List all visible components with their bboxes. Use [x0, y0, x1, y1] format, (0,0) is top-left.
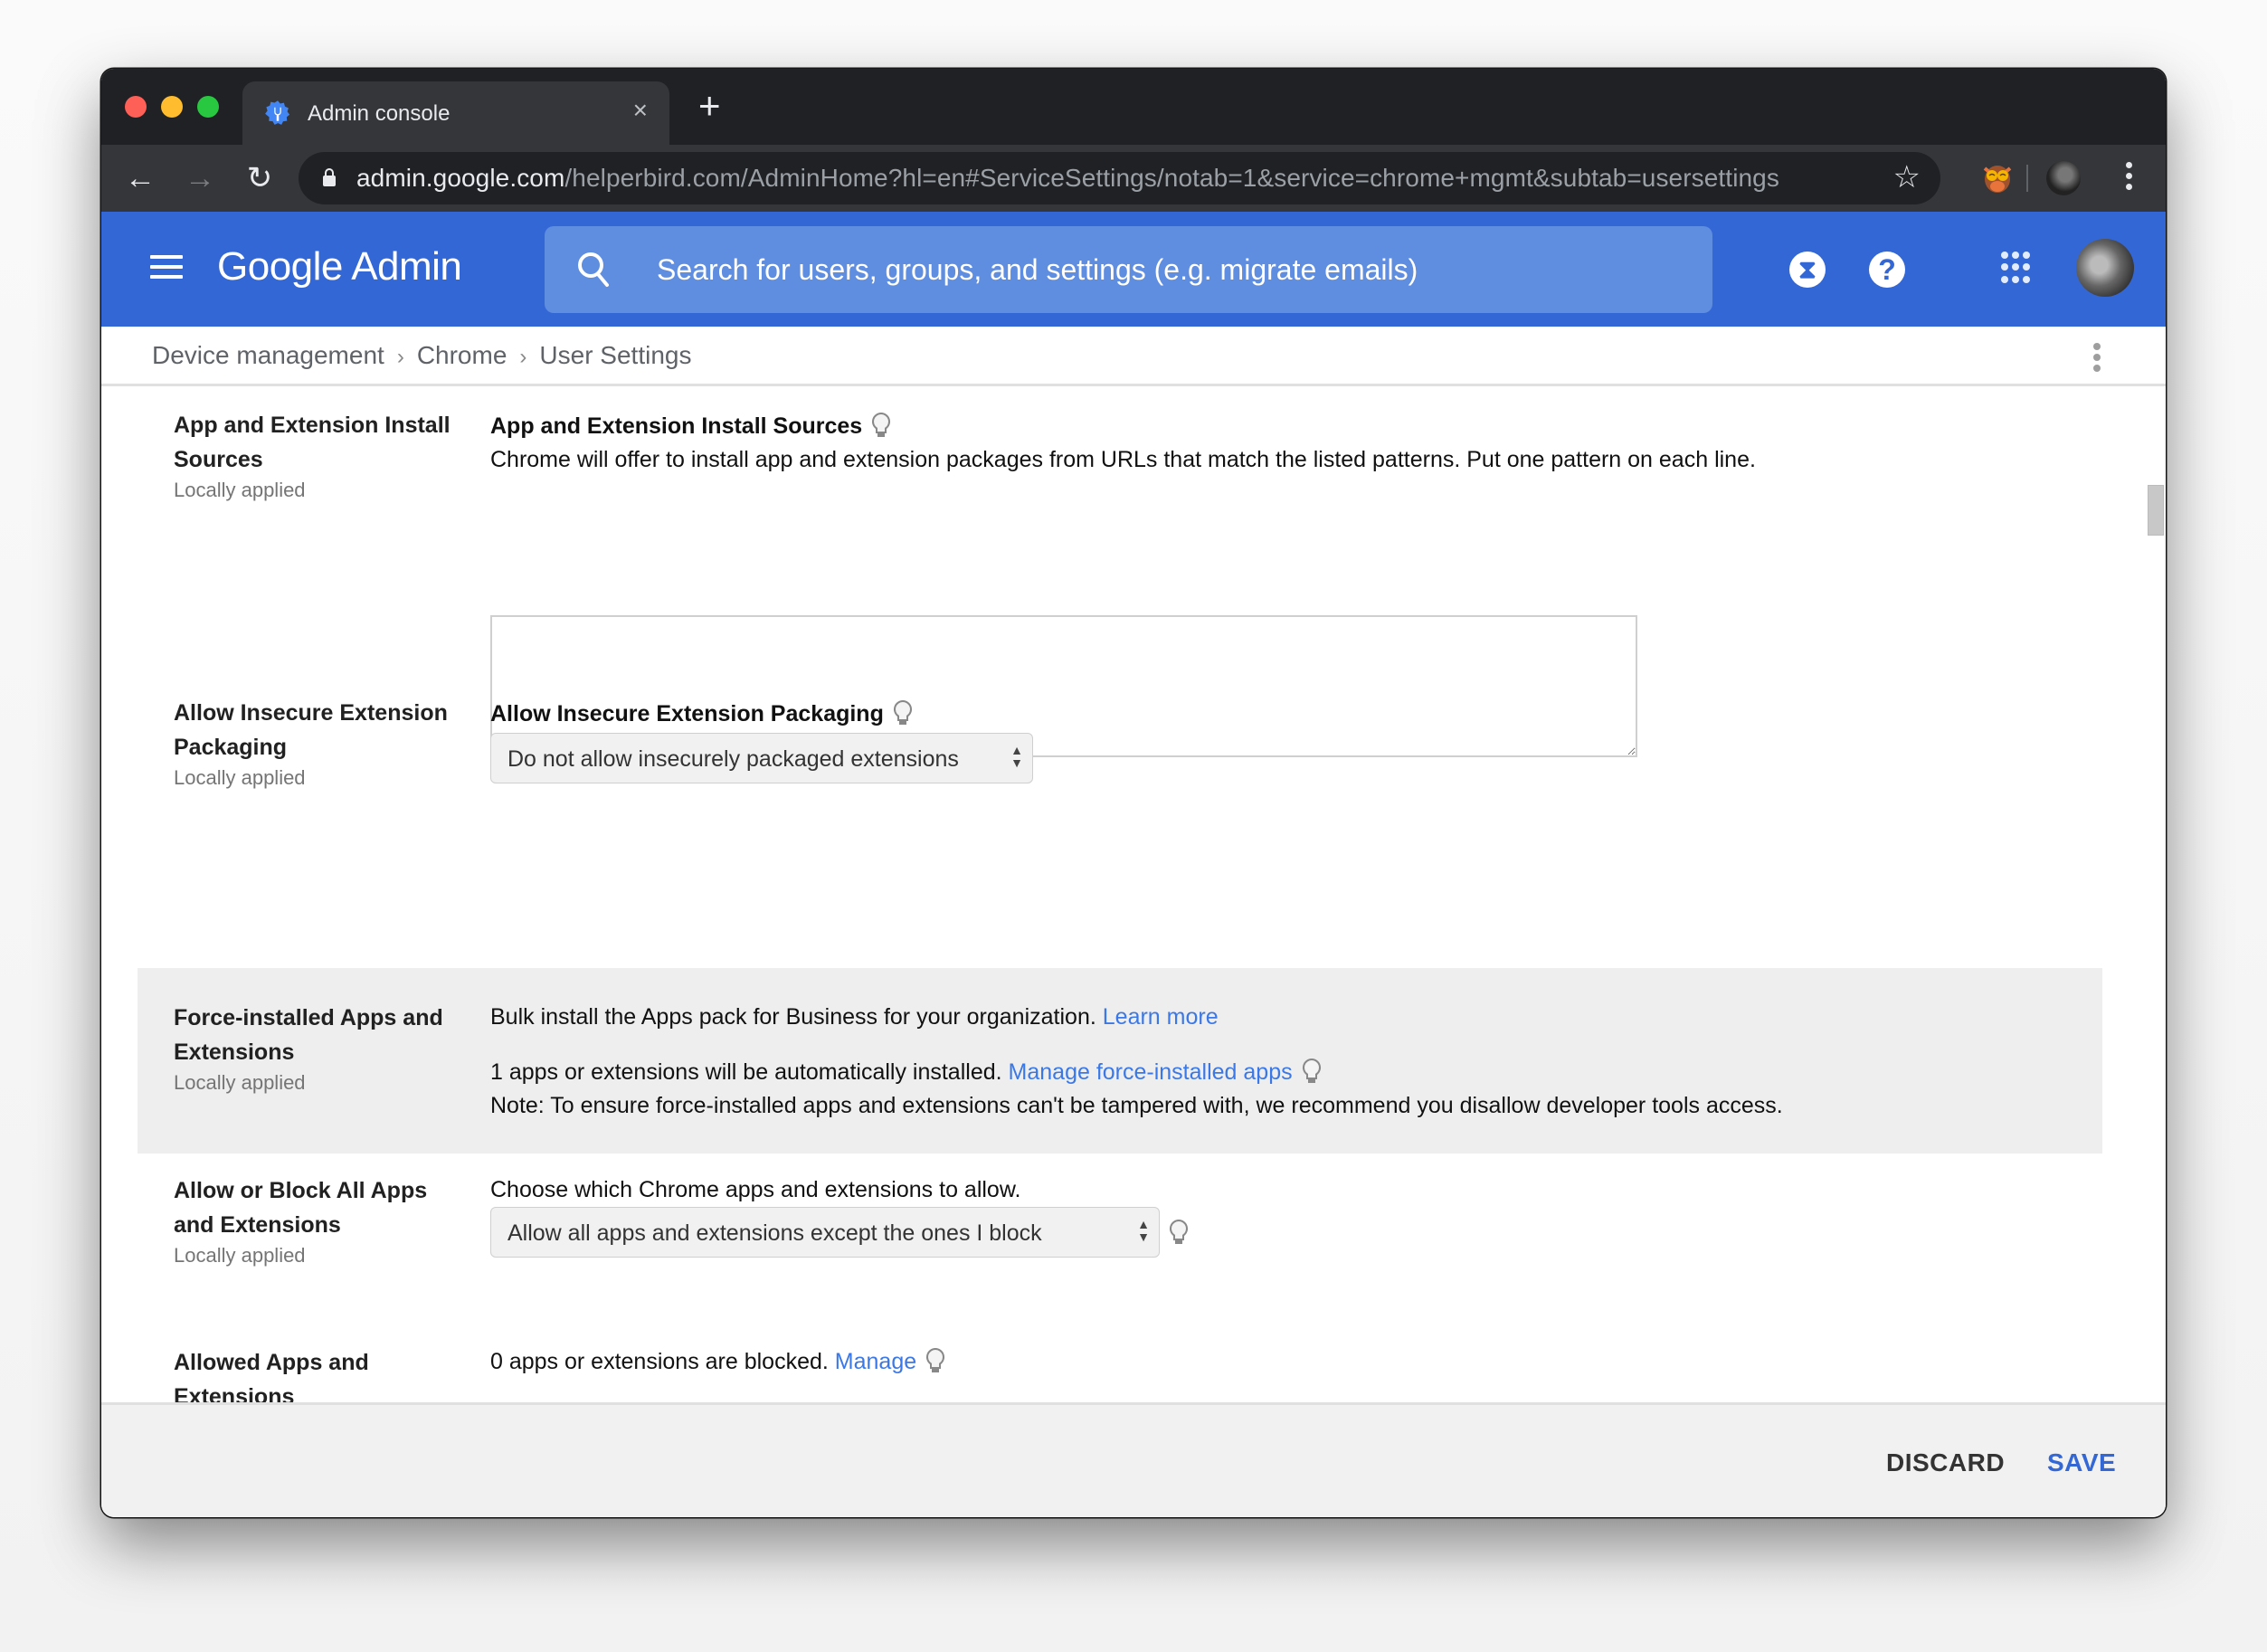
setting-heading: Allow Insecure Extension Packaging: [490, 701, 884, 726]
account-avatar[interactable]: [2076, 239, 2134, 297]
settings-content: App and Extension Install Sources Locall…: [101, 386, 2166, 1402]
setting-label: Allow or Block All Apps and Extensions L…: [174, 1173, 472, 1269]
setting-body: Choose which Chrome apps and extensions …: [490, 1173, 2066, 1258]
tab-strip: Admin console × +: [101, 69, 2166, 145]
manage-link[interactable]: Manage: [835, 1349, 916, 1374]
toolbar-separator: [2026, 165, 2028, 192]
lightbulb-hint-icon[interactable]: [893, 699, 913, 726]
tab-admin-console[interactable]: Admin console ×: [242, 81, 669, 145]
profile-avatar[interactable]: [2046, 161, 2081, 195]
manage-force-installed-link[interactable]: Manage force-installed apps: [1009, 1059, 1293, 1085]
search-icon: [578, 252, 609, 287]
setting-force-installed: Force-installed Apps and Extensions Loca…: [138, 968, 2102, 1154]
lightbulb-hint-icon[interactable]: [871, 412, 891, 439]
setting-heading: App and Extension Install Sources: [490, 413, 863, 439]
maximize-window-button[interactable]: [197, 96, 219, 118]
minimize-window-button[interactable]: [161, 96, 183, 118]
setting-description: Chrome will offer to install app and ext…: [490, 447, 1756, 472]
lightbulb-hint-icon[interactable]: [925, 1347, 945, 1374]
helperbird-owl-extension-icon[interactable]: [1981, 161, 2014, 195]
setting-allow-block-apps: Allow or Block All Apps and Extensions L…: [138, 1154, 2102, 1334]
address-bar[interactable]: admin.google.com/helperbird.com/AdminHom…: [299, 152, 1940, 204]
more-options-kebab-icon[interactable]: [2088, 339, 2106, 375]
setting-install-sources: App and Extension Install Sources Locall…: [138, 386, 2102, 757]
lock-icon: [323, 168, 336, 186]
lightbulb-hint-icon[interactable]: [1169, 1219, 1189, 1246]
breadcrumb-bar: Device management › Chrome › User Settings: [101, 327, 2166, 386]
hourglass-tasks-icon[interactable]: ⧗: [1789, 252, 1826, 288]
setting-body: Bulk install the Apps pack for Business …: [490, 1001, 2066, 1123]
select-arrows-icon: ▲ ▼: [1137, 1217, 1150, 1244]
breadcrumb-device-management[interactable]: Device management: [152, 341, 384, 369]
breadcrumb: Device management › Chrome › User Settings: [152, 341, 691, 370]
save-button[interactable]: SAVE: [2047, 1448, 2116, 1477]
allow-block-apps-select[interactable]: Allow all apps and extensions except the…: [490, 1207, 1160, 1258]
learn-more-link[interactable]: Learn more: [1103, 1004, 1219, 1030]
locally-applied-status: Locally applied: [174, 1244, 306, 1267]
select-arrows-icon: ▲ ▼: [1010, 743, 1023, 770]
browser-window: Admin console × + ← → ↻ admin.google.com…: [101, 69, 2166, 1517]
google-admin-logo[interactable]: Google Admin: [217, 244, 462, 290]
setting-body: 0 apps or extensions are blocked. Manage: [490, 1345, 2066, 1379]
admin-header: Google Admin Search for users, groups, a…: [101, 212, 2166, 327]
locally-applied-status: Locally applied: [174, 766, 306, 789]
chevron-right-icon: ›: [519, 345, 527, 369]
breadcrumb-chrome[interactable]: Chrome: [417, 341, 507, 369]
bookmark-star-icon[interactable]: ☆: [1893, 159, 1921, 195]
scrollbar-thumb[interactable]: [2148, 485, 2164, 536]
note-text: Note: To ensure force-installed apps and…: [490, 1093, 1783, 1118]
setting-insecure-packaging: Allow Insecure Extension Packaging Local…: [138, 685, 2102, 965]
action-footer: DISCARD SAVE: [101, 1402, 2166, 1517]
setting-allowed-apps: Allowed Apps and Extensions Locally appl…: [138, 1334, 2102, 1402]
setting-body: Allow Insecure Extension Packaging Do no…: [490, 698, 2066, 783]
search-placeholder: Search for users, groups, and settings (…: [657, 253, 1418, 286]
breadcrumb-user-settings: User Settings: [539, 341, 692, 369]
forward-arrow-icon[interactable]: →: [179, 157, 221, 199]
setting-label: Allow Insecure Extension Packaging Local…: [174, 696, 472, 792]
hamburger-menu-icon[interactable]: [150, 255, 183, 280]
locally-applied-status: Locally applied: [174, 479, 306, 501]
tab-title: Admin console: [308, 101, 451, 126]
url-text[interactable]: admin.google.com/helperbird.com/AdminHom…: [356, 164, 1779, 193]
chevron-right-icon: ›: [396, 345, 404, 369]
admin-gear-icon: [265, 100, 290, 125]
new-tab-button[interactable]: +: [698, 83, 721, 128]
back-arrow-icon[interactable]: ←: [119, 157, 161, 199]
setting-label: Force-installed Apps and Extensions Loca…: [174, 1001, 472, 1097]
setting-label: Allowed Apps and Extensions Locally appl…: [174, 1350, 369, 1402]
setting-body: App and Extension Install Sources Chrome…: [490, 410, 2066, 477]
search-input[interactable]: Search for users, groups, and settings (…: [545, 226, 1712, 313]
lightbulb-hint-icon[interactable]: [1302, 1058, 1322, 1085]
apps-grid-icon[interactable]: [2001, 252, 2034, 284]
close-window-button[interactable]: [125, 96, 147, 118]
tab-close-icon[interactable]: ×: [633, 96, 648, 125]
setting-description: Choose which Chrome apps and extensions …: [490, 1177, 1021, 1202]
browser-toolbar: ← → ↻ admin.google.com/helperbird.com/Ad…: [101, 145, 2166, 212]
discard-button[interactable]: DISCARD: [1886, 1448, 2005, 1477]
browser-menu-kebab-icon[interactable]: [2115, 157, 2142, 199]
setting-label: App and Extension Install Sources Locall…: [174, 408, 472, 504]
locally-applied-status: Locally applied: [174, 1071, 306, 1094]
reload-icon[interactable]: ↻: [239, 157, 280, 199]
help-icon[interactable]: ?: [1869, 252, 1905, 288]
insecure-packaging-select[interactable]: Do not allow insecurely packaged extensi…: [490, 733, 1033, 783]
